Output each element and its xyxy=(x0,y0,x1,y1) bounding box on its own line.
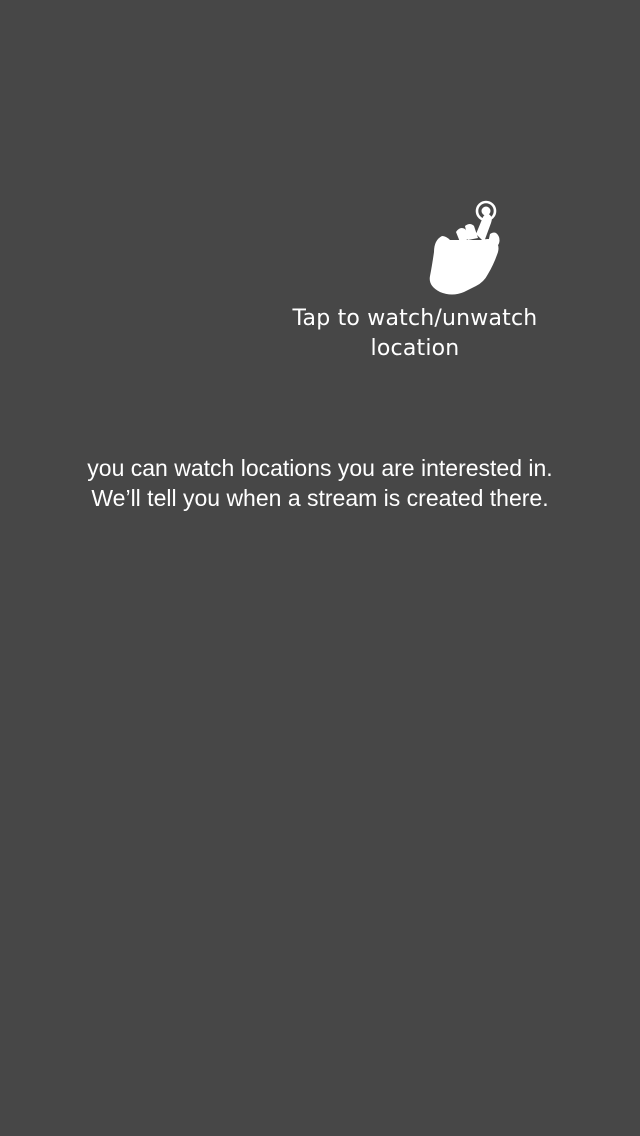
tap-hint-label: Tap to watch/unwatch location xyxy=(292,306,538,361)
tap-hint: Tap to watch/unwatch location xyxy=(270,196,560,364)
tutorial-overlay[interactable]: Tap to watch/unwatch location you can wa… xyxy=(0,0,640,1136)
explanation-text: you can watch locations you are interest… xyxy=(87,455,553,511)
tap-hand-icon xyxy=(429,200,500,295)
